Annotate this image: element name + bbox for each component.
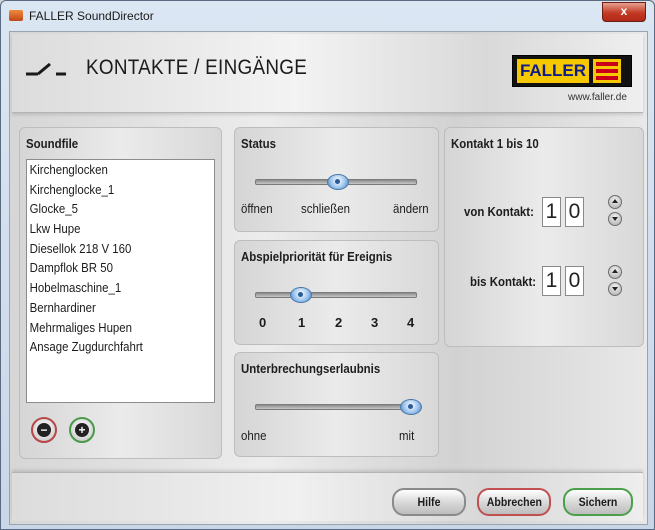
- list-item[interactable]: Lkw Hupe: [27, 219, 192, 239]
- bis-digit-tens[interactable]: 1: [542, 266, 561, 296]
- list-item[interactable]: Hobelmaschine_1: [27, 278, 192, 298]
- von-digit-tens[interactable]: 1: [542, 197, 561, 227]
- window-title: FALLER SoundDirector: [29, 9, 154, 23]
- interrupt-label-without: ohne: [241, 428, 267, 443]
- soundfile-list[interactable]: Kirchenglocken Kirchenglocke_1 Glocke_5 …: [26, 159, 215, 403]
- interrupt-slider-thumb[interactable]: [400, 399, 422, 415]
- list-item[interactable]: Glocke_5: [27, 199, 192, 219]
- help-button[interactable]: Hilfe: [392, 488, 466, 516]
- remove-sound-button[interactable]: −: [31, 417, 57, 443]
- von-down-icon[interactable]: [608, 212, 622, 226]
- bis-up-icon[interactable]: [608, 265, 622, 279]
- priority-tick: 3: [371, 315, 379, 330]
- priority-title: Abspielpriorität für Ereignis: [241, 249, 393, 264]
- footer-bar: Hilfe Abbrechen Sichern: [12, 472, 643, 521]
- status-panel: Status öffnen schließen ändern: [234, 127, 439, 232]
- header: KONTAKTE / EINGÄNGE FALLER www.faller.de: [12, 34, 643, 113]
- status-label-change: ändern: [393, 201, 429, 216]
- plus-icon: +: [75, 423, 89, 437]
- soundfile-title: Soundfile: [26, 136, 79, 151]
- close-button[interactable]: x: [602, 2, 646, 22]
- list-item[interactable]: Dampflok BR 50: [27, 258, 192, 278]
- priority-slider-track[interactable]: [255, 292, 417, 298]
- priority-tick: 0: [259, 315, 267, 330]
- interrupt-label-with: mit: [399, 428, 415, 443]
- save-button[interactable]: Sichern: [563, 488, 633, 516]
- website-url: www.faller.de: [568, 92, 627, 103]
- cancel-button[interactable]: Abbrechen: [477, 488, 551, 516]
- von-up-icon[interactable]: [608, 195, 622, 209]
- bis-digit-ones[interactable]: 0: [565, 266, 584, 296]
- logo-text: FALLER: [517, 59, 589, 83]
- minus-icon: −: [37, 423, 51, 437]
- interrupt-slider-track[interactable]: [255, 404, 417, 410]
- bis-down-icon[interactable]: [608, 282, 622, 296]
- list-item[interactable]: Ansage Zugdurchfahrt: [27, 337, 192, 357]
- priority-tick: 2: [335, 315, 343, 330]
- list-item[interactable]: Bernhardiner: [27, 298, 192, 318]
- list-item[interactable]: Kirchenglocken: [27, 160, 192, 180]
- priority-panel: Abspielpriorität für Ereignis 0 1 2 3 4: [234, 240, 439, 345]
- page-title: KONTAKTE / EINGÄNGE: [86, 56, 308, 79]
- logo-mark-icon: [593, 59, 621, 83]
- priority-slider-thumb[interactable]: [290, 287, 312, 303]
- client-area: KONTAKTE / EINGÄNGE FALLER www.faller.de…: [9, 31, 648, 525]
- list-item[interactable]: Mehrmaliges Hupen: [27, 318, 192, 338]
- app-icon: [9, 10, 23, 21]
- bis-kontakt-label: bis Kontakt:: [470, 274, 537, 289]
- soundfile-panel: Soundfile Kirchenglocken Kirchenglocke_1…: [19, 127, 222, 459]
- interrupt-panel: Unterbrechungserlaubnis ohne mit: [234, 352, 439, 457]
- app-window: FALLER SoundDirector x KONTAKTE / EINGÄN…: [0, 0, 655, 530]
- faller-logo: FALLER: [512, 55, 632, 87]
- status-label-close: schließen: [301, 201, 350, 216]
- interrupt-title: Unterbrechungserlaubnis: [241, 361, 381, 376]
- priority-tick: 4: [407, 315, 415, 330]
- status-label-open: öffnen: [241, 201, 273, 216]
- add-sound-button[interactable]: +: [69, 417, 95, 443]
- title-bar[interactable]: FALLER SoundDirector x: [1, 1, 654, 31]
- switch-contact-icon: [26, 62, 66, 76]
- status-slider-thumb[interactable]: [327, 174, 349, 190]
- status-title: Status: [241, 136, 276, 151]
- kontakt-panel: Kontakt 1 bis 10 von Kontakt: 1 0 bis Ko…: [444, 127, 644, 347]
- von-kontakt-label: von Kontakt:: [464, 204, 534, 219]
- von-digit-ones[interactable]: 0: [565, 197, 584, 227]
- list-item[interactable]: Kirchenglocke_1: [27, 180, 192, 200]
- priority-tick: 1: [298, 315, 306, 330]
- kontakt-title: Kontakt 1 bis 10: [451, 136, 539, 151]
- list-item[interactable]: Diesellok 218 V 160: [27, 239, 192, 259]
